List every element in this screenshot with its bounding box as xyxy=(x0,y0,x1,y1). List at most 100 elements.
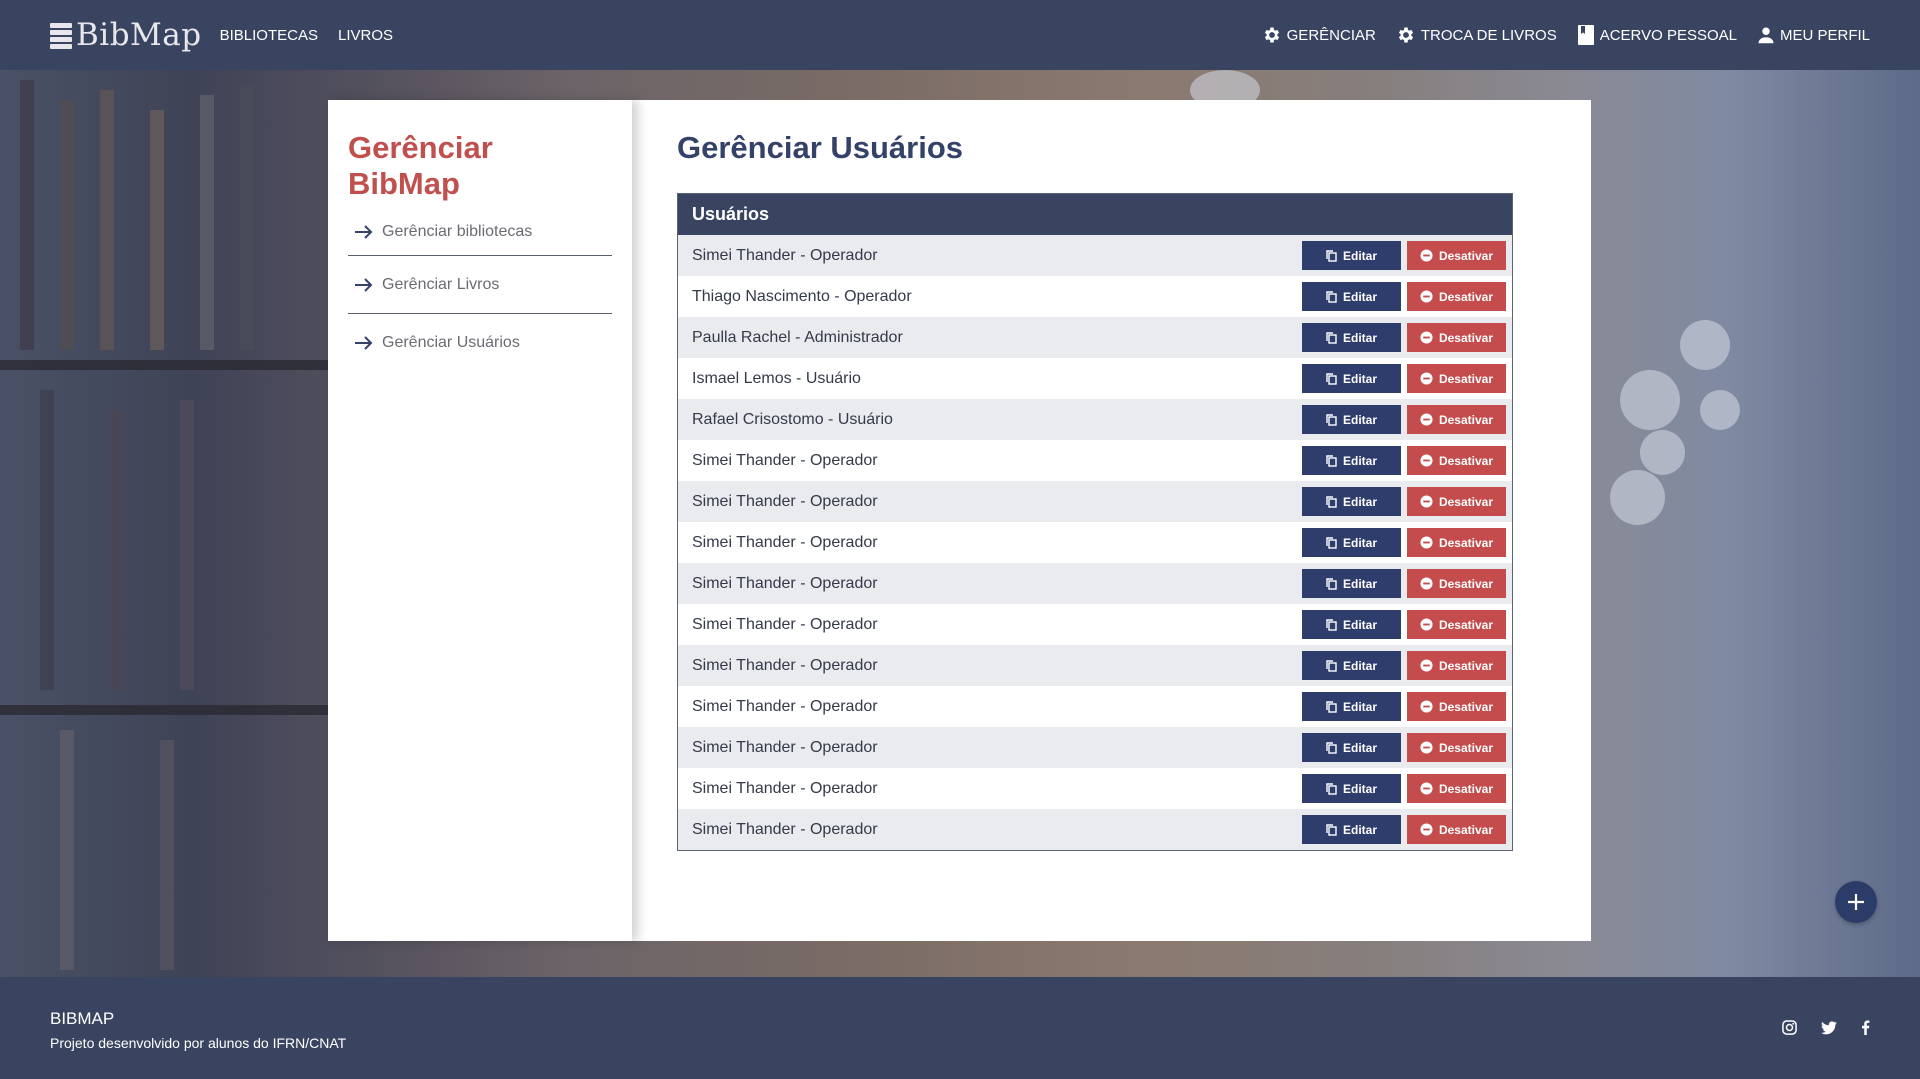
nav-gerenciar[interactable]: GERÊNCIAR xyxy=(1262,25,1376,45)
deactivate-button[interactable]: Desativar xyxy=(1407,323,1506,352)
edit-button[interactable]: Editar xyxy=(1302,528,1401,557)
deactivate-button[interactable]: Desativar xyxy=(1407,733,1506,762)
minus-circle-icon xyxy=(1420,823,1433,836)
deactivate-label: Desativar xyxy=(1438,699,1494,714)
edit-label: Editar xyxy=(1342,330,1377,345)
nav-perfil-label: MEU PERFIL xyxy=(1779,26,1870,44)
table-row: Ismael Lemos - Usuário Editar Desativar xyxy=(678,358,1512,399)
minus-circle-icon xyxy=(1420,577,1433,590)
user-name: Simei Thander - Operador xyxy=(692,820,878,838)
edit-button[interactable]: Editar xyxy=(1302,692,1401,721)
nav-troca-de-livros[interactable]: TROCA DE LIVROS xyxy=(1396,25,1557,45)
table-row: Simei Thander - Operador Editar Desativar xyxy=(678,727,1512,768)
deactivate-label: Desativar xyxy=(1438,371,1494,386)
logo-books-icon xyxy=(50,21,72,49)
edit-label: Editar xyxy=(1342,576,1377,591)
nav-livros[interactable]: LIVROS xyxy=(338,27,393,44)
sidebar: Gerênciar BibMap Gerênciar bibliotecas G… xyxy=(328,100,632,941)
nav-right: GERÊNCIAR TROCA DE LIVROS ACERVO PESSOAL… xyxy=(1262,25,1870,45)
table-row: Simei Thander - Operador Editar Desativar xyxy=(678,235,1512,276)
minus-circle-icon xyxy=(1420,249,1433,262)
edit-button[interactable]: Editar xyxy=(1302,815,1401,844)
footer-description: Projeto desenvolvido por alunos do IFRN/… xyxy=(50,1035,347,1051)
deactivate-button[interactable]: Desativar xyxy=(1407,569,1506,598)
deactivate-label: Desativar xyxy=(1438,658,1494,673)
deactivate-button[interactable]: Desativar xyxy=(1407,405,1506,434)
deactivate-button[interactable]: Desativar xyxy=(1407,241,1506,270)
deactivate-button[interactable]: Desativar xyxy=(1407,774,1506,803)
deactivate-label: Desativar xyxy=(1438,781,1494,796)
user-name: Simei Thander - Operador xyxy=(692,246,878,264)
sidebar-item-label: Gerênciar bibliotecas xyxy=(382,222,533,240)
edit-button[interactable]: Editar xyxy=(1302,241,1401,270)
table-row: Simei Thander - Operador Editar Desativar xyxy=(678,563,1512,604)
deactivate-button[interactable]: Desativar xyxy=(1407,487,1506,516)
copy-icon xyxy=(1326,741,1337,754)
copy-icon xyxy=(1326,577,1337,590)
deactivate-button[interactable]: Desativar xyxy=(1407,610,1506,639)
deactivate-button[interactable]: Desativar xyxy=(1407,528,1506,557)
sidebar-item-usuarios[interactable]: Gerênciar Usuários xyxy=(348,314,612,372)
edit-label: Editar xyxy=(1342,658,1377,673)
user-name: Simei Thander - Operador xyxy=(692,779,878,797)
user-name: Rafael Crisostomo - Usuário xyxy=(692,410,893,428)
table-row: Simei Thander - Operador Editar Desativar xyxy=(678,440,1512,481)
edit-button[interactable]: Editar xyxy=(1302,364,1401,393)
edit-button[interactable]: Editar xyxy=(1302,774,1401,803)
edit-button[interactable]: Editar xyxy=(1302,446,1401,475)
deactivate-button[interactable]: Desativar xyxy=(1407,364,1506,393)
arrow-right-icon xyxy=(355,224,373,239)
logo[interactable]: BibMap xyxy=(50,17,202,53)
edit-label: Editar xyxy=(1342,781,1377,796)
copy-icon xyxy=(1326,495,1337,508)
edit-button[interactable]: Editar xyxy=(1302,323,1401,352)
edit-button[interactable]: Editar xyxy=(1302,487,1401,516)
minus-circle-icon xyxy=(1420,700,1433,713)
sidebar-title: Gerênciar BibMap xyxy=(348,130,493,201)
sidebar-item-bibliotecas[interactable]: Gerênciar bibliotecas xyxy=(348,208,612,256)
nav-troca-label: TROCA DE LIVROS xyxy=(1420,26,1557,44)
user-name: Simei Thander - Operador xyxy=(692,615,878,633)
table-row: Rafael Crisostomo - Usuário Editar Desativ… xyxy=(678,399,1512,440)
edit-button[interactable]: Editar xyxy=(1302,569,1401,598)
edit-label: Editar xyxy=(1342,453,1377,468)
deactivate-button[interactable]: Desativar xyxy=(1407,651,1506,680)
deactivate-button[interactable]: Desativar xyxy=(1407,692,1506,721)
edit-button[interactable]: Editar xyxy=(1302,282,1401,311)
edit-label: Editar xyxy=(1342,535,1377,550)
deactivate-button[interactable]: Desativar xyxy=(1407,446,1506,475)
table-body: Simei Thander - Operador Editar Desativar T… xyxy=(678,235,1512,850)
table-row: Thiago Nascimento - Operador Editar Desati… xyxy=(678,276,1512,317)
nav-bibliotecas[interactable]: BIBLIOTECAS xyxy=(220,27,318,44)
facebook-icon[interactable] xyxy=(1861,1020,1870,1040)
edit-button[interactable]: Editar xyxy=(1302,733,1401,762)
instagram-icon[interactable] xyxy=(1782,1020,1797,1040)
deactivate-button[interactable]: Desativar xyxy=(1407,282,1506,311)
deactivate-label: Desativar xyxy=(1438,248,1494,263)
edit-label: Editar xyxy=(1342,289,1377,304)
edit-button[interactable]: Editar xyxy=(1302,610,1401,639)
table-row: Simei Thander - Operador Editar Desativar xyxy=(678,481,1512,522)
edit-button[interactable]: Editar xyxy=(1302,651,1401,680)
edit-label: Editar xyxy=(1342,494,1377,509)
edit-button[interactable]: Editar xyxy=(1302,405,1401,434)
copy-icon xyxy=(1326,700,1337,713)
deactivate-label: Desativar xyxy=(1438,453,1494,468)
arrow-right-icon xyxy=(355,277,373,292)
nav-acervo-pessoal[interactable]: ACERVO PESSOAL xyxy=(1577,25,1737,45)
nav-gerenciar-label: GERÊNCIAR xyxy=(1286,26,1376,44)
sidebar-item-livros[interactable]: Gerênciar Livros xyxy=(348,256,612,314)
edit-label: Editar xyxy=(1342,412,1377,427)
deactivate-button[interactable]: Desativar xyxy=(1407,815,1506,844)
add-user-button[interactable] xyxy=(1835,881,1877,923)
deactivate-label: Desativar xyxy=(1438,535,1494,550)
person-icon xyxy=(1758,27,1774,44)
plus-icon xyxy=(1848,894,1864,910)
user-name: Ismael Lemos - Usuário xyxy=(692,369,861,387)
minus-circle-icon xyxy=(1420,741,1433,754)
footer-brand: BIBMAP xyxy=(50,1009,115,1028)
edit-label: Editar xyxy=(1342,371,1377,386)
nav-meu-perfil[interactable]: MEU PERFIL xyxy=(1757,26,1870,44)
deactivate-label: Desativar xyxy=(1438,330,1494,345)
twitter-icon[interactable] xyxy=(1821,1020,1837,1040)
